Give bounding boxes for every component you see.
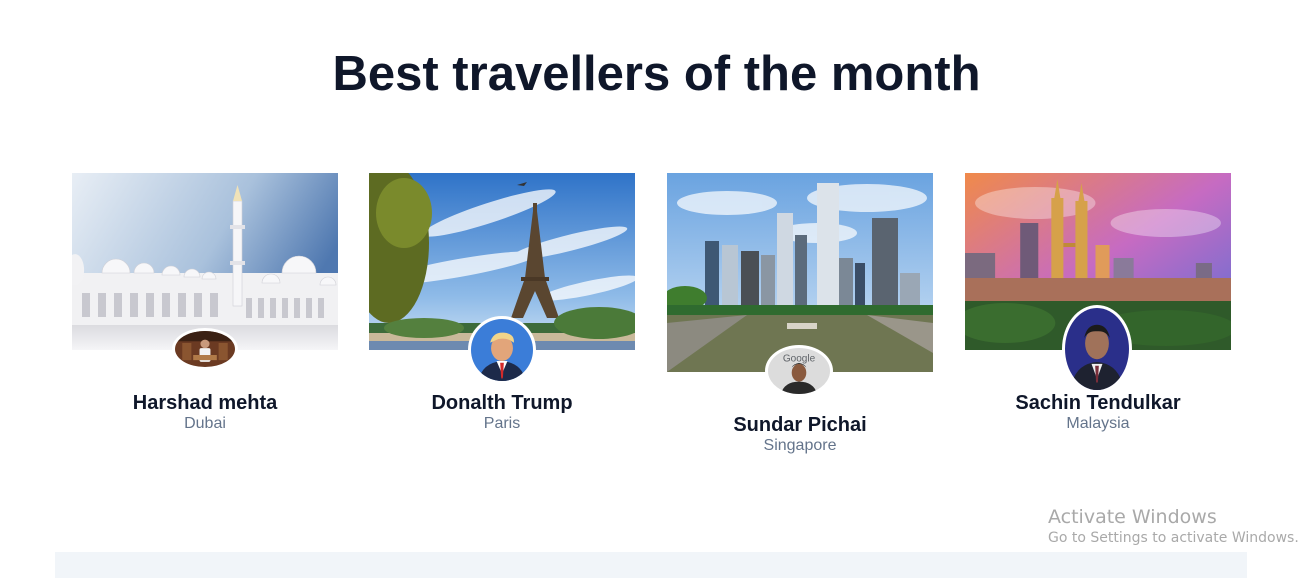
traveller-card-donalth-trump[interactable]: Donalth Trump Paris bbox=[369, 173, 635, 443]
windows-activation-title: Activate Windows bbox=[1048, 506, 1217, 528]
traveller-location: Singapore bbox=[763, 437, 837, 454]
traveller-location: Paris bbox=[483, 415, 521, 432]
traveller-name: Donalth Trump bbox=[431, 392, 573, 414]
traveller-card-sachin-tendulkar[interactable]: Sachin Tendulkar Malaysia bbox=[965, 173, 1231, 443]
traveller-card-harshad-mehta[interactable]: Harshad mehta Dubai bbox=[72, 173, 338, 443]
section-title: Best travellers of the month bbox=[332, 47, 981, 101]
footer-section bbox=[55, 552, 1247, 578]
google-sign: Google bbox=[783, 353, 816, 364]
traveller-avatar-donalth-trump bbox=[468, 316, 536, 384]
traveller-card-sundar-pichai[interactable]: Google Sundar Pichai Singapore bbox=[667, 173, 933, 458]
destination-photo-dubai bbox=[72, 173, 338, 350]
traveller-avatar-harshad-mehta bbox=[172, 328, 238, 370]
traveller-location: Malaysia bbox=[1066, 415, 1130, 432]
traveller-avatar-sachin-tendulkar bbox=[1062, 305, 1132, 393]
destination-photo-singapore bbox=[667, 173, 933, 372]
windows-activation-subtitle: Go to Settings to activate Windows. bbox=[1048, 530, 1299, 546]
traveller-avatar-sundar-pichai: Google bbox=[765, 345, 833, 397]
traveller-name: Sundar Pichai bbox=[733, 414, 867, 436]
traveller-name: Sachin Tendulkar bbox=[1015, 392, 1181, 414]
traveller-name: Harshad mehta bbox=[132, 392, 278, 414]
traveller-location: Dubai bbox=[184, 415, 226, 432]
